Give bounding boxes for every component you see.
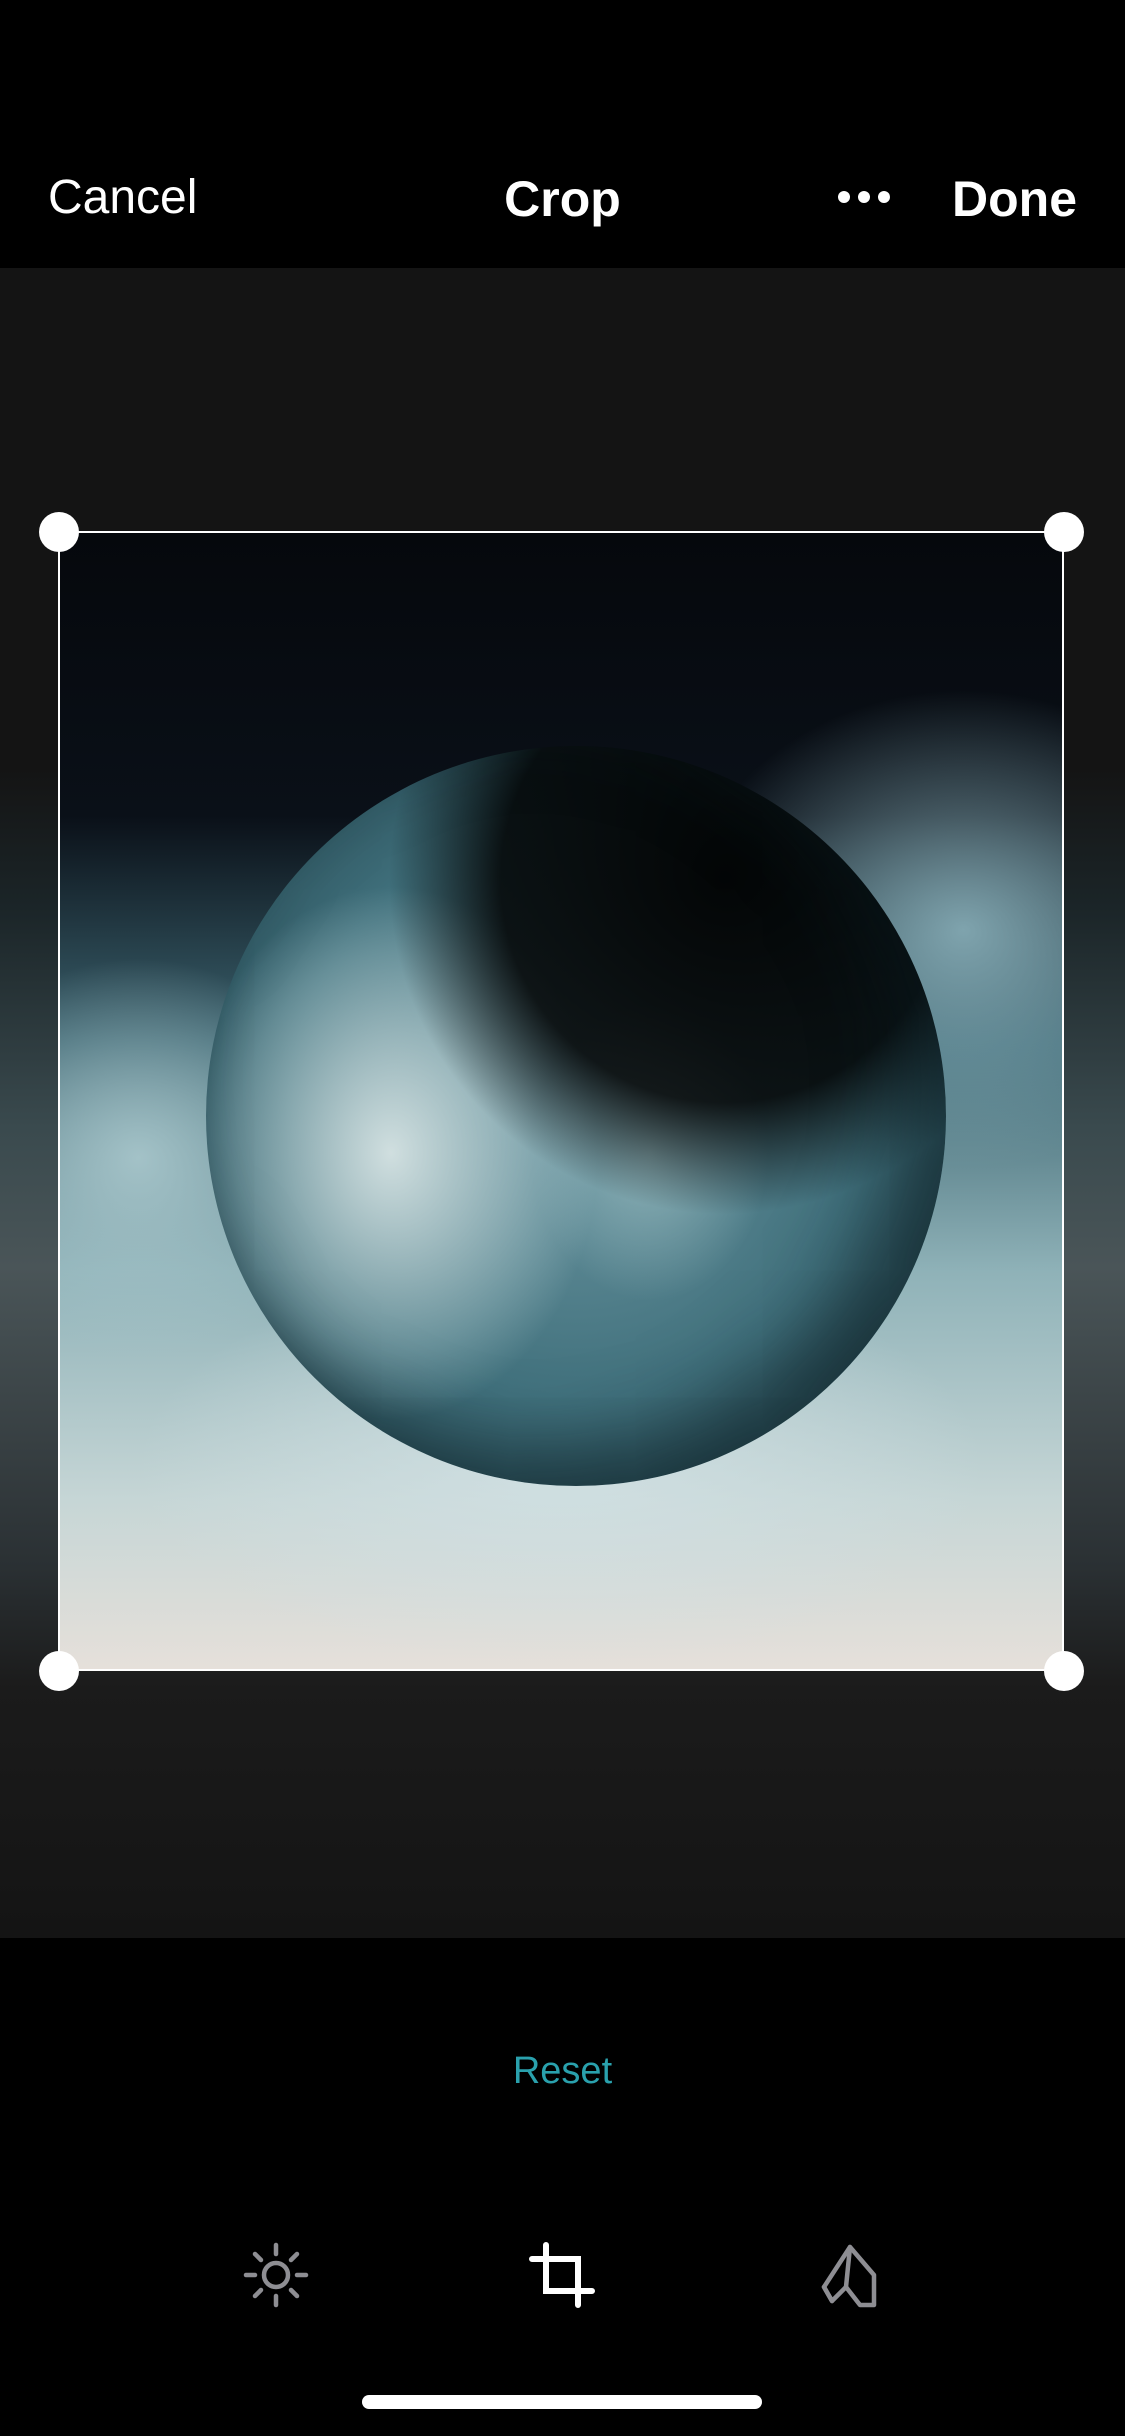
tool-adjust-button[interactable] — [236, 2235, 316, 2315]
crop-icon — [529, 2242, 595, 2308]
more-button[interactable] — [836, 185, 892, 209]
markup-pen-icon — [821, 2244, 877, 2308]
tool-markup-button[interactable] — [810, 2235, 890, 2315]
reset-button[interactable]: Reset — [0, 2050, 1125, 2093]
cancel-button[interactable]: Cancel — [48, 170, 197, 225]
ellipsis-icon — [838, 191, 890, 203]
crop-handle-top-left[interactable] — [39, 512, 79, 552]
bottom-toolbar — [0, 1938, 1125, 2436]
top-bar: Cancel Crop Done — [0, 0, 1125, 268]
crop-handle-bottom-left[interactable] — [39, 1651, 79, 1691]
crop-handle-top-right[interactable] — [1044, 512, 1084, 552]
brightness-icon — [243, 2242, 309, 2308]
crop-frame[interactable] — [58, 531, 1064, 1671]
home-indicator[interactable] — [362, 2395, 762, 2409]
tool-crop-button[interactable] — [522, 2235, 602, 2315]
crop-handle-bottom-right[interactable] — [1044, 1651, 1084, 1691]
done-button[interactable]: Done — [952, 170, 1077, 228]
